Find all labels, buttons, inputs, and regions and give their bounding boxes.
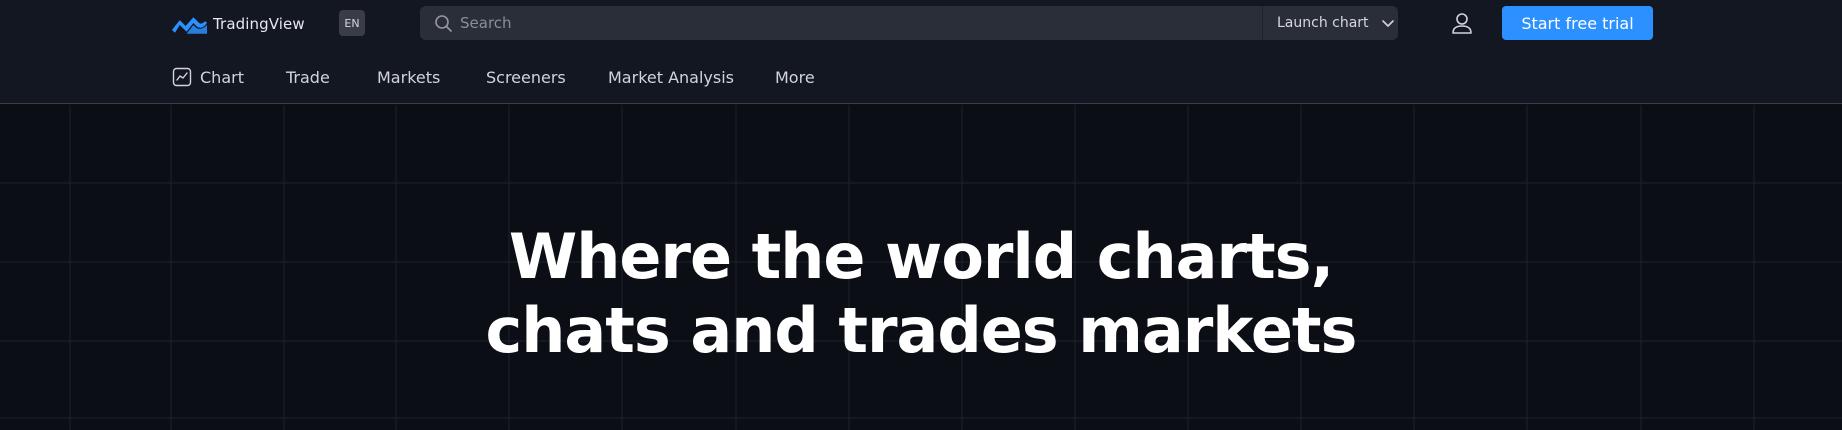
nav-item-label: Trade <box>286 67 330 87</box>
nav-item-label: Chart <box>200 67 244 87</box>
hero-title-line-1: Where the world charts, <box>508 220 1334 293</box>
language-button[interactable]: EN <box>339 10 365 36</box>
nav-item-market-analysis[interactable]: Market Analysis <box>608 68 775 87</box>
top-header: TradingView EN Launch chart Start free t… <box>0 0 1842 104</box>
hero-title: Where the world charts, chats and trades… <box>0 220 1842 368</box>
logo-text: TradingView <box>213 15 305 33</box>
hero-title-line-2: chats and trades markets <box>485 294 1358 367</box>
search-bar: Launch chart <box>420 6 1398 40</box>
start-free-trial-button[interactable]: Start free trial <box>1502 6 1653 40</box>
launch-chart-button[interactable]: Launch chart <box>1262 6 1398 40</box>
nav-item-label: More <box>775 67 815 87</box>
nav-item-chart[interactable]: Chart <box>172 67 286 87</box>
page: TradingView EN Launch chart Start free t… <box>0 0 1842 430</box>
user-icon[interactable] <box>1450 11 1474 35</box>
chevron-down-icon <box>1381 20 1394 27</box>
nav-item-label: Market Analysis <box>608 67 735 87</box>
search-icon <box>435 15 452 32</box>
nav-item-label: Screeners <box>486 67 566 87</box>
nav-item-screeners[interactable]: Screeners <box>486 68 608 87</box>
search-input[interactable] <box>460 6 1262 40</box>
nav-item-trade[interactable]: Trade <box>286 68 377 87</box>
nav-item-more[interactable]: More <box>775 68 815 87</box>
nav-item-label: Markets <box>377 67 441 87</box>
tradingview-logo-icon <box>172 17 207 34</box>
main-nav: Chart Trade Markets Screeners Market Ana… <box>172 64 815 90</box>
nav-item-markets[interactable]: Markets <box>377 68 486 87</box>
chart-icon <box>172 67 192 87</box>
launch-chart-label: Launch chart <box>1277 15 1369 31</box>
tradingview-logo[interactable]: TradingView <box>172 12 305 36</box>
